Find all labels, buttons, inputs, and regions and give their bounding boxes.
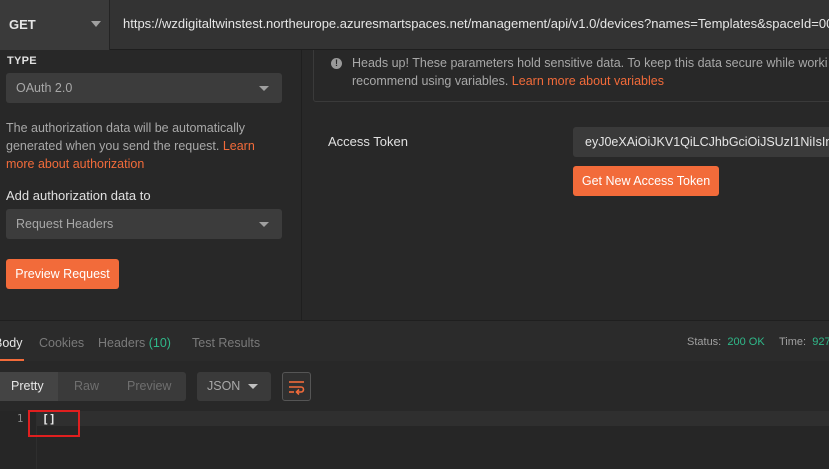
learn-more-variables-link[interactable]: Learn more about variables (512, 74, 664, 88)
headers-count-badge: (10) (148, 336, 171, 350)
access-token-label: Access Token (328, 134, 408, 149)
auth-details-panel: ! Heads up! These parameters hold sensit… (303, 50, 829, 320)
auth-settings-panel: TYPE OAuth 2.0 The authorization data wi… (0, 50, 302, 320)
wrap-lines-icon (289, 381, 305, 395)
warning-line-2-text: recommend using variables. (352, 74, 512, 88)
info-icon: ! (331, 58, 342, 69)
format-select[interactable]: JSON (197, 372, 271, 401)
time-value: 927 (812, 336, 829, 348)
get-new-access-token-button[interactable]: Get New Access Token (573, 166, 719, 196)
view-pretty-button[interactable]: Pretty (11, 379, 44, 393)
access-token-value: eyJ0eXAiOiJKV1QiLCJhbGciOiJSUzI1NiIsIng1… (585, 135, 829, 149)
status-badge: 200 OK (727, 336, 765, 348)
response-toolbar: Pretty Raw Preview JSON (0, 361, 829, 411)
response-time: Time: 927 (779, 336, 829, 348)
current-line-highlight (37, 411, 829, 426)
tab-headers[interactable]: Headers (10) (98, 336, 171, 350)
method-select[interactable]: GET (0, 0, 110, 50)
chevron-down-icon (259, 222, 269, 227)
warning-line-1: Heads up! These parameters hold sensitiv… (352, 56, 828, 70)
add-auth-label: Add authorization data to (6, 188, 151, 203)
tab-headers-label: Headers (98, 336, 146, 350)
response-tabs-bar: Body Cookies Headers (10) Test Results S… (0, 320, 829, 361)
time-label: Time: (779, 336, 807, 348)
add-auth-to-value: Request Headers (16, 217, 114, 231)
sensitive-data-warning: ! Heads up! These parameters hold sensit… (313, 50, 829, 102)
auth-description-text: The authorization data will be automatic… (6, 121, 246, 153)
add-auth-to-select[interactable]: Request Headers (6, 209, 282, 239)
annotation-highlight-box (28, 410, 80, 437)
url-input[interactable]: https://wzdigitaltwinstest.northeurope.a… (123, 16, 829, 31)
wrap-lines-button[interactable] (282, 372, 311, 401)
auth-type-value: OAuth 2.0 (16, 81, 73, 95)
tab-test-results[interactable]: Test Results (192, 336, 260, 350)
view-mode-toggle: Pretty Raw Preview (0, 372, 186, 401)
chevron-down-icon (259, 86, 269, 91)
auth-type-label: TYPE (7, 55, 37, 67)
auth-type-select[interactable]: OAuth 2.0 (6, 73, 282, 103)
request-bar: GET https://wzdigitaltwinstest.northeuro… (0, 0, 829, 50)
chevron-down-icon (248, 384, 258, 389)
preview-request-button[interactable]: Preview Request (6, 259, 119, 289)
chevron-down-icon (91, 21, 101, 27)
auth-description: The authorization data will be automatic… (6, 119, 276, 173)
response-body-editor[interactable]: 1 [] (0, 411, 829, 469)
view-raw-button[interactable]: Raw (74, 379, 99, 393)
method-label: GET (9, 17, 36, 32)
tab-cookies[interactable]: Cookies (39, 336, 84, 350)
status-label: Status: (687, 336, 722, 348)
warning-text: Heads up! These parameters hold sensitiv… (352, 54, 829, 90)
warning-line-2: recommend using variables. Learn more ab… (352, 72, 829, 90)
tab-body[interactable]: Body (0, 336, 23, 350)
access-token-input[interactable]: eyJ0eXAiOiJKV1QiLCJhbGciOiJSUzI1NiIsIng1… (573, 127, 829, 157)
format-value: JSON (207, 379, 241, 393)
view-preview-button[interactable]: Preview (127, 379, 171, 393)
line-number: 1 (17, 413, 24, 425)
response-status: Status: 200 OK (687, 336, 765, 348)
